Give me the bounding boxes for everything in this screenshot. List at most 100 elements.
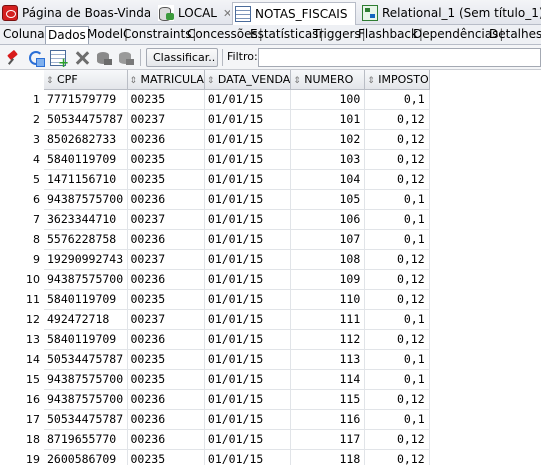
data-venda-cell[interactable]: 01/01/15 <box>204 189 292 210</box>
data-venda-cell[interactable]: 01/01/15 <box>204 429 292 450</box>
data-venda-cell[interactable]: 01/01/15 <box>204 449 292 465</box>
column-header-cpf[interactable]: ⇕ CPF <box>44 70 128 90</box>
imposto-cell[interactable]: 0,12 <box>364 169 430 190</box>
cpf-cell[interactable]: 2600586709 <box>44 449 128 465</box>
cpf-cell[interactable]: 94387575700 <box>44 189 128 210</box>
cpf-cell[interactable]: 8502682733 <box>44 129 128 150</box>
table-row[interactable]: 18 8719655770 00236 01/01/15 117 0,12 <box>0 429 430 450</box>
numero-cell[interactable]: 105 <box>290 189 366 210</box>
numero-cell[interactable]: 114 <box>290 369 366 390</box>
matricula-cell[interactable]: 00237 <box>127 109 205 130</box>
cpf-cell[interactable]: 94387575700 <box>44 389 128 410</box>
sort-button[interactable]: Classificar.. <box>146 48 218 67</box>
data-venda-cell[interactable]: 01/01/15 <box>204 89 292 110</box>
data-venda-cell[interactable]: 01/01/15 <box>204 289 292 310</box>
table-row[interactable]: 12 492472718 00237 01/01/15 111 0,1 <box>0 309 430 330</box>
column-header-matricula[interactable]: ⇕ MATRICULA <box>127 70 205 90</box>
matricula-cell[interactable]: 00236 <box>127 329 205 350</box>
matricula-cell[interactable]: 00236 <box>127 389 205 410</box>
commit-icon[interactable] <box>96 50 112 66</box>
cpf-cell[interactable]: 7771579779 <box>44 89 128 110</box>
table-row[interactable]: 6 94387575700 00236 01/01/15 105 0,1 <box>0 189 430 210</box>
data-venda-cell[interactable]: 01/01/15 <box>204 229 292 250</box>
cpf-cell[interactable]: 3623344710 <box>44 209 128 230</box>
table-row[interactable]: 8 5576228758 00236 01/01/15 107 0,1 <box>0 229 430 250</box>
table-row[interactable]: 16 94387575700 00236 01/01/15 115 0,12 <box>0 389 430 410</box>
data-venda-cell[interactable]: 01/01/15 <box>204 369 292 390</box>
numero-cell[interactable]: 109 <box>290 269 366 290</box>
imposto-cell[interactable]: 0,1 <box>364 209 430 230</box>
tab-detalhes[interactable]: Detalhes <box>487 26 541 44</box>
cpf-cell[interactable]: 19290992743 <box>44 249 128 270</box>
matricula-cell[interactable]: 00236 <box>127 269 205 290</box>
cpf-cell[interactable]: 94387575700 <box>44 269 128 290</box>
tab-local-connection[interactable]: LOCAL ✕ <box>156 2 230 24</box>
numero-cell[interactable]: 112 <box>290 329 366 350</box>
data-venda-cell[interactable]: 01/01/15 <box>204 129 292 150</box>
imposto-cell[interactable]: 0,12 <box>364 129 430 150</box>
cpf-cell[interactable]: 50534475787 <box>44 409 128 430</box>
refresh-icon[interactable] <box>28 50 45 67</box>
close-icon[interactable]: ✕ <box>223 7 230 20</box>
tab-welcome-page[interactable]: Página de Boas-Vindas ✕ <box>0 2 150 24</box>
numero-cell[interactable]: 110 <box>290 289 366 310</box>
matricula-cell[interactable]: 00236 <box>127 189 205 210</box>
matricula-cell[interactable]: 00235 <box>127 149 205 170</box>
table-row[interactable]: 14 50534475787 00235 01/01/15 113 0,1 <box>0 349 430 370</box>
rollback-icon[interactable] <box>118 50 134 66</box>
data-venda-cell[interactable]: 01/01/15 <box>204 329 292 350</box>
data-venda-cell[interactable]: 01/01/15 <box>204 249 292 270</box>
data-grid[interactable]: ⇕ CPF ⇕ MATRICULA ⇕ DATA_VENDA ⇕ NUMERO ⇕ IMP… <box>0 70 541 465</box>
table-row[interactable]: 4 5840119709 00235 01/01/15 103 0,12 <box>0 149 430 170</box>
matricula-cell[interactable]: 00236 <box>127 129 205 150</box>
imposto-cell[interactable]: 0,1 <box>364 349 430 370</box>
numero-cell[interactable]: 113 <box>290 349 366 370</box>
tab-estatisticas[interactable]: Estatísticas <box>248 26 324 44</box>
tab-dados[interactable]: Dados <box>45 26 89 44</box>
table-row[interactable]: 7 3623344710 00237 01/01/15 106 0,1 <box>0 209 430 230</box>
matricula-cell[interactable]: 00236 <box>127 429 205 450</box>
imposto-cell[interactable]: 0,12 <box>364 289 430 310</box>
matricula-cell[interactable]: 00235 <box>127 289 205 310</box>
numero-cell[interactable]: 115 <box>290 389 366 410</box>
numero-cell[interactable]: 100 <box>290 89 366 110</box>
numero-cell[interactable]: 111 <box>290 309 366 330</box>
filter-input[interactable] <box>258 48 541 67</box>
cpf-cell[interactable]: 5576228758 <box>44 229 128 250</box>
cpf-cell[interactable]: 492472718 <box>44 309 128 330</box>
column-header-imposto[interactable]: ⇕ IMPOSTO <box>364 70 430 90</box>
data-venda-cell[interactable]: 01/01/15 <box>204 269 292 290</box>
numero-cell[interactable]: 116 <box>290 409 366 430</box>
tab-constraints[interactable]: Constraints <box>121 26 197 44</box>
numero-cell[interactable]: 102 <box>290 129 366 150</box>
data-venda-cell[interactable]: 01/01/15 <box>204 349 292 370</box>
cpf-cell[interactable]: 50534475787 <box>44 109 128 130</box>
table-row[interactable]: 3 8502682733 00236 01/01/15 102 0,12 <box>0 129 430 150</box>
matricula-cell[interactable]: 00237 <box>127 309 205 330</box>
tab-relational-model[interactable]: Relational_1 (Sem título_1) ✕ <box>360 2 541 24</box>
imposto-cell[interactable]: 0,12 <box>364 109 430 130</box>
data-venda-cell[interactable]: 01/01/15 <box>204 209 292 230</box>
imposto-cell[interactable]: 0,12 <box>364 429 430 450</box>
matricula-cell[interactable]: 00237 <box>127 209 205 230</box>
tab-notas-fiscais[interactable]: NOTAS_FISCAIS ✕ <box>232 2 356 25</box>
tab-model[interactable]: Model <box>85 26 128 44</box>
delete-row-icon[interactable] <box>74 50 90 66</box>
table-row[interactable]: 19 2600586709 00235 01/01/15 118 0,12 <box>0 449 430 465</box>
matricula-cell[interactable]: 00236 <box>127 409 205 430</box>
cpf-cell[interactable]: 8719655770 <box>44 429 128 450</box>
close-icon[interactable]: ✕ <box>353 8 355 21</box>
insert-row-icon[interactable] <box>50 50 69 71</box>
imposto-cell[interactable]: 0,1 <box>364 89 430 110</box>
table-row[interactable]: 17 50534475787 00236 01/01/15 116 0,1 <box>0 409 430 430</box>
data-venda-cell[interactable]: 01/01/15 <box>204 169 292 190</box>
matricula-cell[interactable]: 00236 <box>127 229 205 250</box>
data-venda-cell[interactable]: 01/01/15 <box>204 109 292 130</box>
imposto-cell[interactable]: 0,12 <box>364 389 430 410</box>
table-row[interactable]: 10 94387575700 00236 01/01/15 109 0,12 <box>0 269 430 290</box>
matricula-cell[interactable]: 00235 <box>127 369 205 390</box>
table-row[interactable]: 13 5840119709 00236 01/01/15 112 0,12 <box>0 329 430 350</box>
matricula-cell[interactable]: 00235 <box>127 349 205 370</box>
imposto-cell[interactable]: 0,1 <box>364 409 430 430</box>
table-row[interactable]: 11 5840119709 00235 01/01/15 110 0,12 <box>0 289 430 310</box>
